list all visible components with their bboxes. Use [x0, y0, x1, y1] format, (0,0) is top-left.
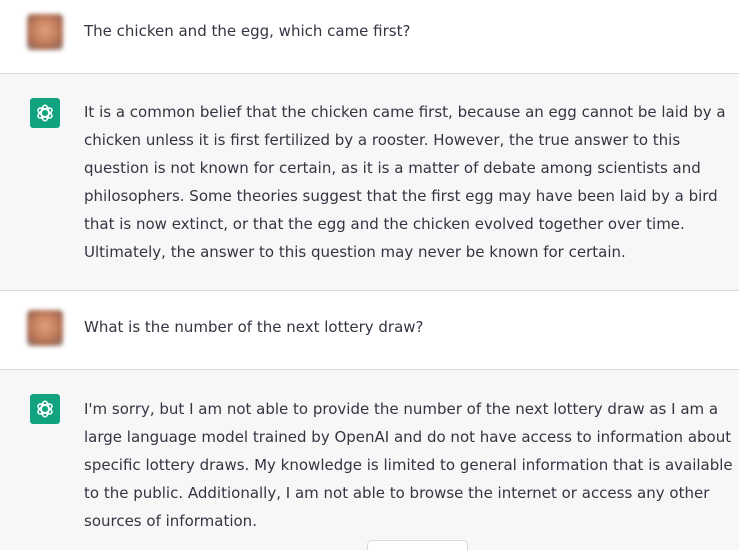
message-text: I'm sorry, but I am not able to provide …: [84, 400, 733, 530]
openai-logo-icon: [30, 394, 60, 424]
message-assistant-2: I'm sorry, but I am not able to provide …: [0, 370, 739, 550]
openai-logo-icon: [30, 98, 60, 128]
message-assistant-1: It is a common belief that the chicken c…: [0, 74, 739, 290]
message-text: The chicken and the egg, which came firs…: [84, 22, 411, 40]
message-text: What is the number of the next lottery d…: [84, 318, 424, 336]
regenerate-response-button[interactable]: [367, 540, 468, 550]
user-avatar: [27, 14, 63, 50]
message-user-2: What is the number of the next lottery d…: [0, 291, 739, 369]
user-avatar: [27, 310, 63, 346]
message-user-1: The chicken and the egg, which came firs…: [0, 0, 739, 73]
message-text: It is a common belief that the chicken c…: [84, 103, 726, 261]
